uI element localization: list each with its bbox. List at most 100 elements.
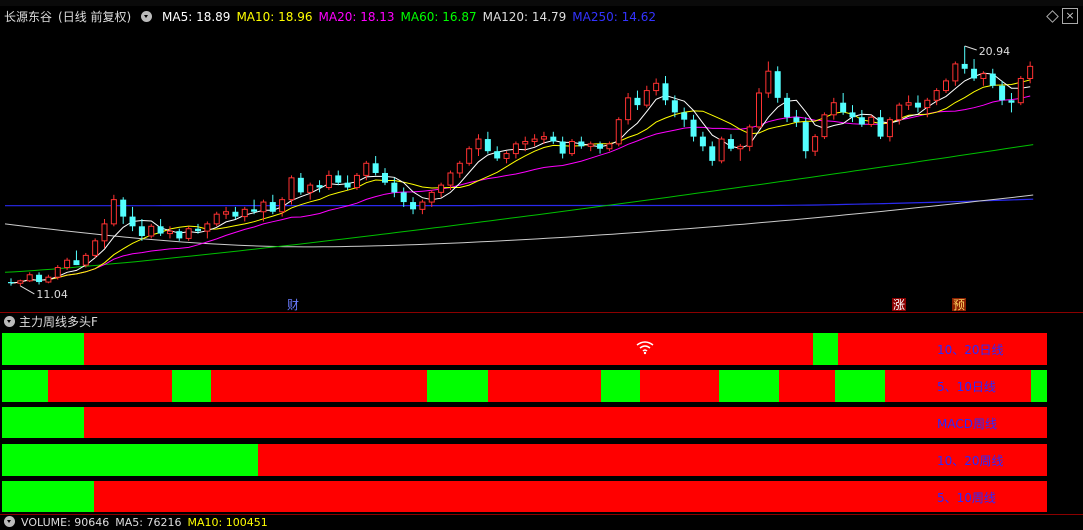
candle-body: [82, 254, 89, 266]
candle-body: [438, 184, 445, 193]
candle-body: [559, 141, 566, 154]
candle-body: [335, 175, 342, 183]
signal-bar-label: 5、10周线: [937, 490, 996, 505]
signal-bar-green-segment: [2, 407, 84, 438]
candle-body: [737, 145, 744, 150]
candle-body: [157, 226, 164, 234]
dropdown-circle-icon[interactable]: [141, 11, 153, 22]
candle-body: [924, 99, 931, 109]
indicator-dropdown-icon[interactable]: [4, 316, 15, 327]
candle-body: [363, 162, 370, 176]
indicator-header: 主力周线多头F: [0, 314, 400, 330]
candle-body: [662, 83, 669, 101]
candle-body: [830, 102, 837, 116]
ma-legend-item: MA5: 18.89: [162, 10, 231, 24]
candle-body: [849, 112, 856, 118]
candle-body: [812, 136, 819, 152]
candle-body: [877, 117, 884, 137]
candle-body: [802, 122, 809, 152]
candle-body: [241, 208, 248, 218]
candle-body: [410, 202, 417, 210]
candle-body: [606, 143, 613, 150]
candle-body: [166, 230, 173, 235]
candle-body: [503, 153, 510, 159]
signal-bar-green-segment: [2, 481, 94, 512]
low-label: 11.04: [36, 288, 68, 301]
candle-body: [886, 119, 893, 138]
candle-body: [204, 223, 211, 232]
candle-body: [746, 126, 753, 147]
volume-value: VOLUME: 90646: [21, 516, 110, 529]
candle-body: [653, 82, 660, 92]
candle-body: [1008, 100, 1015, 103]
candle-body: [45, 276, 52, 283]
ma10-line: [10, 79, 1031, 284]
candle-body: [774, 71, 781, 98]
candle-body: [279, 199, 286, 213]
candle-body: [307, 184, 314, 193]
ma60-line: [4, 144, 1034, 273]
candle-body: [896, 104, 903, 121]
candle-body: [288, 177, 295, 201]
candle-body: [400, 192, 407, 203]
candle-body: [316, 185, 323, 188]
candle-body: [54, 266, 61, 278]
ma-legend-item: MA20: 18.13: [318, 10, 395, 24]
chart-title-bar: 长源东谷 (日线 前复权) MA5: 18.89 MA10: 18.96 MA20: …: [0, 7, 1083, 27]
high-label: 20.94: [979, 45, 1011, 58]
candlestick-chart[interactable]: 20.94 11.04 财 涨 预: [0, 27, 1083, 312]
candle-body: [821, 114, 828, 138]
candle-body: [419, 201, 426, 210]
candle-body: [456, 162, 463, 174]
candle-body: [484, 139, 491, 152]
signal-bar-green-segment: [718, 370, 780, 402]
signal-bar-green-segment: [1031, 370, 1047, 402]
signal-bar-green-segment: [427, 370, 488, 402]
candle-body: [8, 282, 14, 284]
volume-dropdown-icon[interactable]: [4, 516, 15, 527]
candle-body: [671, 100, 678, 113]
signal-bar: MACD周线: [2, 407, 1047, 438]
candle-body: [36, 274, 43, 283]
candle-body: [26, 274, 33, 282]
candle-body: [905, 102, 912, 106]
candle-body: [868, 116, 875, 126]
ma-legend-item: MA10: 18.96: [236, 10, 313, 24]
signal-bar-green-segment: [834, 370, 886, 402]
ma250-line: [5, 198, 1034, 207]
signal-bar-label: MACD周线: [937, 416, 997, 431]
candle-body: [961, 63, 968, 69]
candle-body: [727, 139, 734, 149]
candle-body: [232, 211, 239, 217]
event-tag: 财: [287, 298, 299, 312]
candle-body: [634, 97, 641, 106]
signal-bar: 10、20日线: [2, 333, 1047, 365]
volume-ma10: MA10: 100451: [187, 516, 268, 529]
candle-body: [475, 138, 482, 150]
signal-bar-green-segment: [2, 370, 48, 402]
signal-bar-label: 10、20日线: [937, 343, 1004, 357]
candle-body: [999, 85, 1006, 101]
candle-body: [195, 228, 201, 232]
signal-bar: 5、10周线: [2, 481, 1047, 512]
candle-body: [129, 216, 136, 227]
volume-ma5: MA5: 76216: [115, 516, 182, 529]
signal-bar: 5、10日线: [2, 370, 1047, 402]
ma-legend-item: MA60: 16.87: [400, 10, 477, 24]
signal-bar-green-segment: [600, 370, 641, 402]
signal-bar: 10、20周线: [2, 444, 1047, 476]
stock-name: 长源东谷: [4, 10, 53, 24]
candle-body: [840, 102, 847, 113]
candle-body: [447, 172, 454, 186]
candle-body: [550, 136, 557, 142]
chart-mode: (日线 前复权): [58, 10, 132, 24]
candle-body: [1017, 77, 1024, 104]
candle-body: [344, 182, 351, 188]
candle-body: [980, 73, 987, 79]
ma20-line: [10, 95, 1031, 284]
candle-body: [148, 225, 155, 237]
signal-bar-green-segment: [2, 333, 84, 365]
candle-body: [428, 191, 435, 203]
close-icon[interactable]: ×: [1062, 8, 1078, 24]
candle-body: [110, 199, 117, 225]
